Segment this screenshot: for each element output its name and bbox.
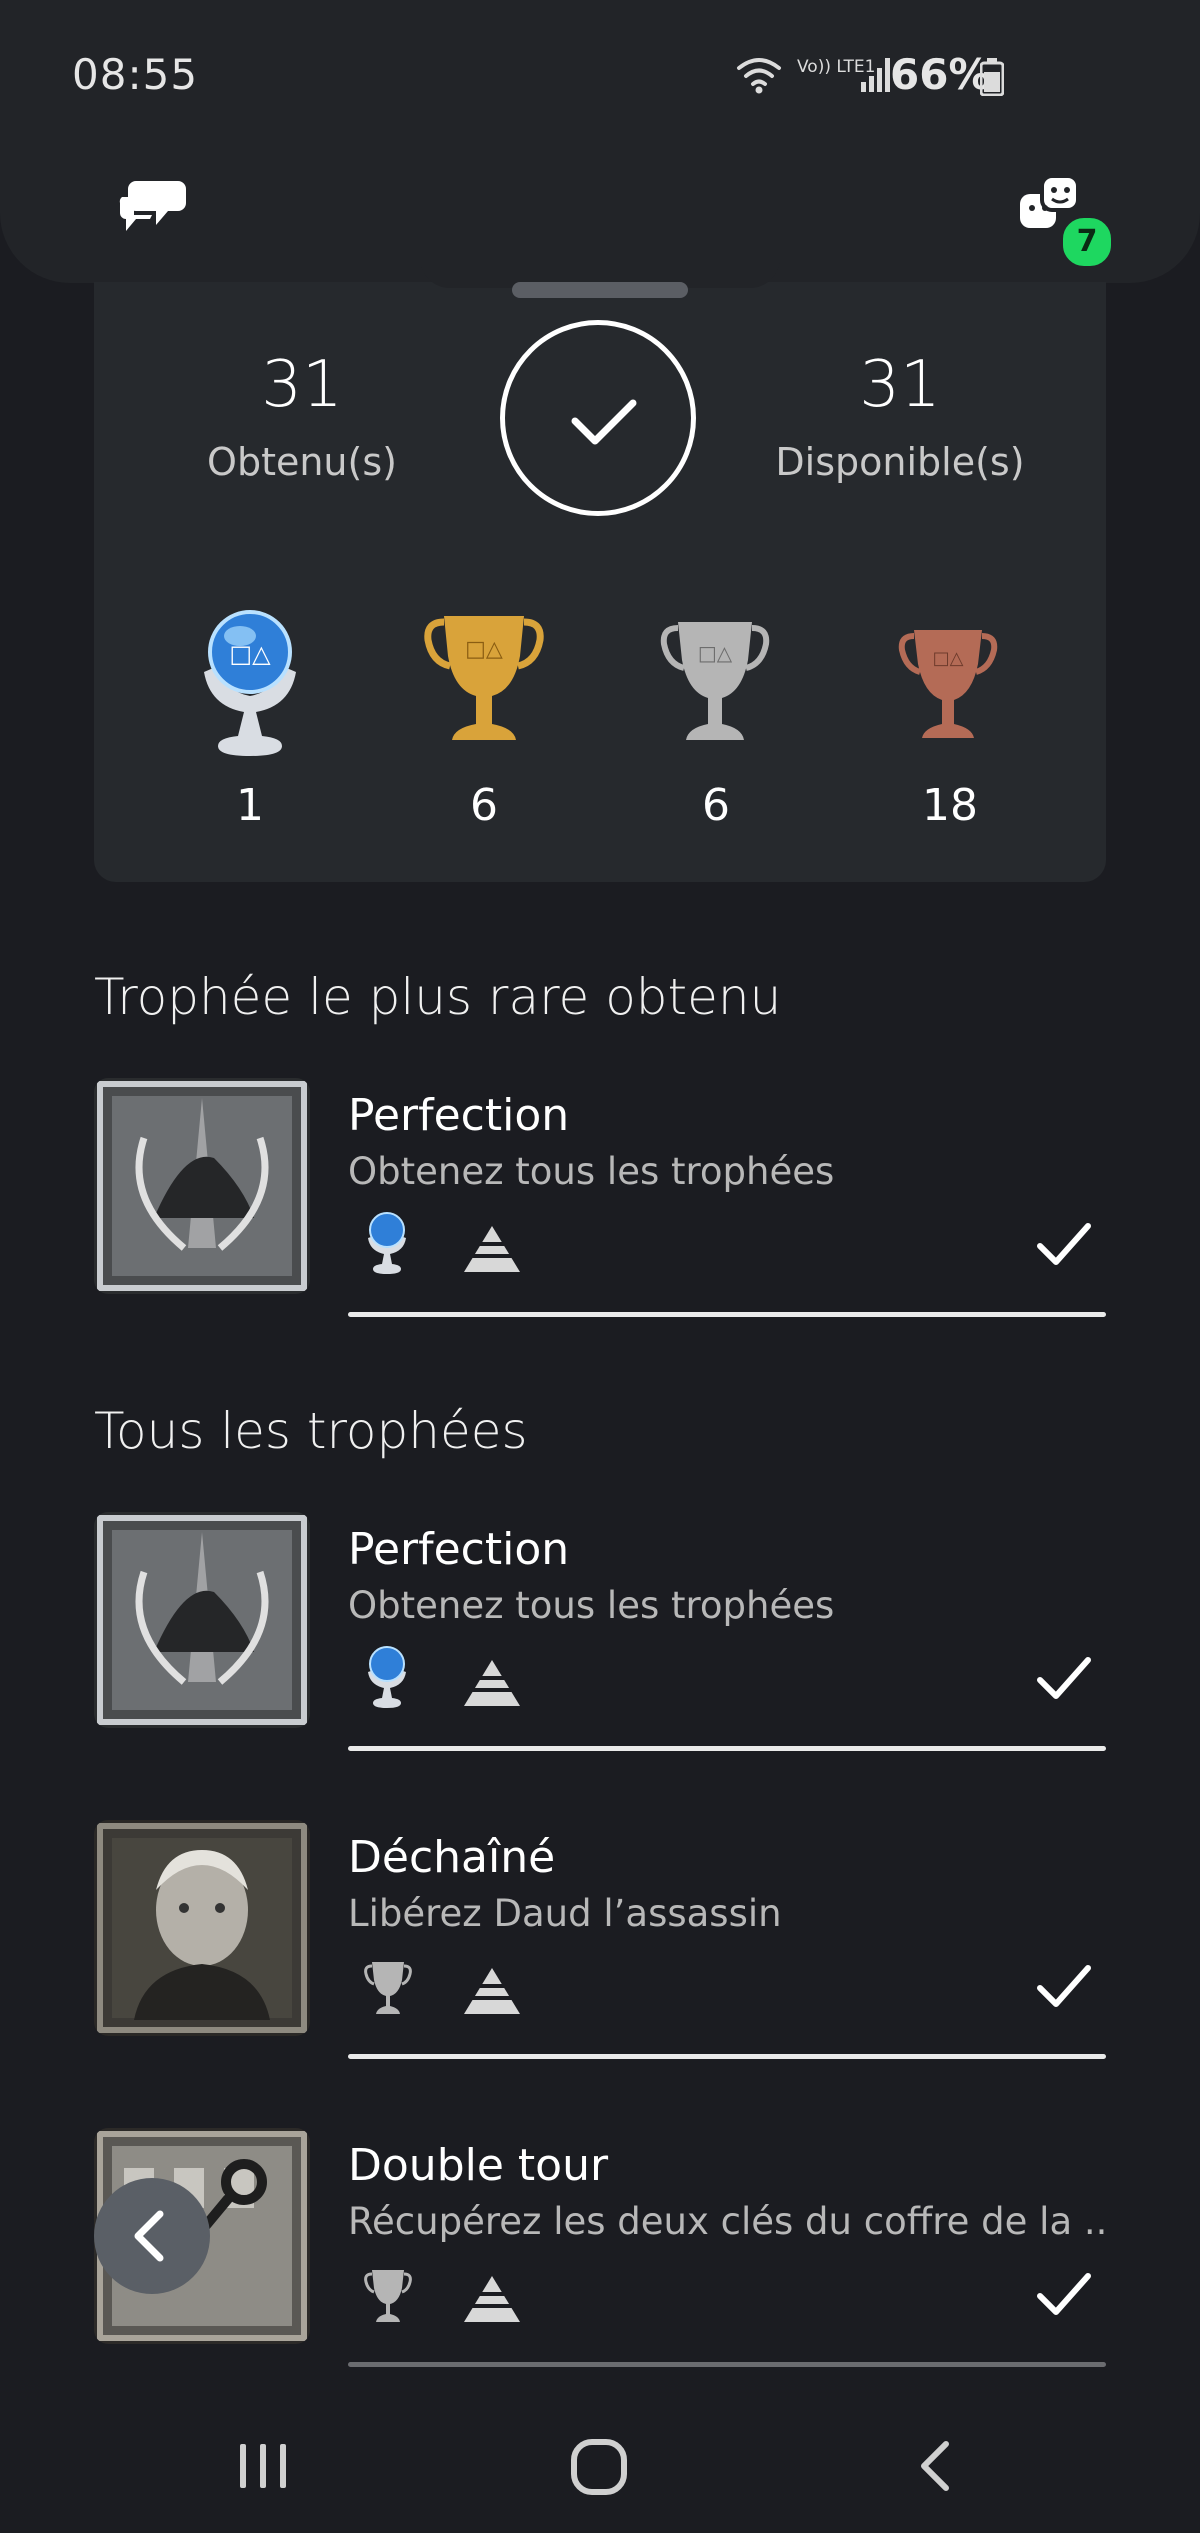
- completion-circle: [500, 320, 696, 516]
- rarity-pyramid-icon: [462, 1226, 522, 1272]
- network-label: Vo)) LTE1: [797, 57, 875, 77]
- recent-apps-icon[interactable]: [234, 2440, 294, 2492]
- battery-icon: [980, 58, 1004, 96]
- trophy-name: Perfection: [348, 1090, 570, 1141]
- trophy-name: Double tour: [348, 2140, 609, 2191]
- rarity-pyramid-icon: [462, 2276, 522, 2322]
- chevron-left-icon: [134, 2210, 164, 2262]
- all-trophies-section-title: Tous les trophées: [94, 1402, 528, 1460]
- perfection-trophy-image: [94, 1512, 310, 1728]
- wifi-signal-icon: Vo)) LTE1: [737, 57, 890, 94]
- rarity-pyramid-icon: [462, 1660, 522, 1706]
- dechaine-trophy-image: [94, 1820, 310, 2036]
- home-icon[interactable]: [568, 2436, 632, 2496]
- silver-trophy-icon: □△: [660, 622, 770, 740]
- trophy-name: Perfection: [348, 1524, 570, 1575]
- back-floating-button[interactable]: [94, 2178, 210, 2294]
- trophy-description: Obtenez tous les trophées: [348, 1584, 835, 1627]
- progress-bar: [348, 1746, 1106, 1751]
- earned-label: Obtenu(s): [207, 440, 397, 484]
- chat-bubbles-icon[interactable]: [118, 175, 188, 237]
- rarest-section-title: Trophée le plus rare obtenu: [94, 968, 782, 1026]
- check-icon: [571, 399, 637, 445]
- platinum-trophy-icon: □△: [204, 610, 296, 756]
- rarest-trophy-row[interactable]: Perfection Obtenez tous les trophées: [0, 1078, 1200, 1318]
- platinum-count: 1: [236, 780, 264, 831]
- drag-handle[interactable]: [512, 282, 688, 298]
- silver-trophy-icon: [364, 1962, 412, 2014]
- bronze-count: 18: [922, 780, 978, 831]
- earned-check-icon: [1037, 1657, 1091, 1699]
- trophy-row[interactable]: Déchaîné Libérez Daud l’assassin: [0, 1820, 1200, 2060]
- svg-text:□△: □△: [229, 640, 271, 668]
- trophy-description: Obtenez tous les trophées: [348, 1150, 835, 1193]
- rarity-pyramid-icon: [462, 1968, 522, 2014]
- status-time: 08:55: [72, 50, 199, 99]
- friends-badge: 7: [1060, 215, 1114, 269]
- gold-count: 6: [470, 780, 498, 831]
- svg-text:□△: □△: [698, 641, 733, 665]
- gold-trophy-icon: □△: [424, 616, 544, 740]
- silver-trophy-icon: [364, 2270, 412, 2322]
- progress-bar: [348, 2054, 1106, 2059]
- progress-bar: [348, 2362, 1106, 2367]
- battery-level: 66%: [890, 50, 991, 99]
- progress-bar: [348, 1312, 1106, 1317]
- earned-check-icon: [1037, 2273, 1091, 2315]
- earned-count: 31: [261, 348, 343, 422]
- platinum-trophy-icon: [368, 1212, 406, 1274]
- back-icon[interactable]: [910, 2438, 960, 2494]
- trophy-description: Libérez Daud l’assassin: [348, 1892, 782, 1935]
- svg-text:□△: □△: [465, 637, 503, 662]
- earned-check-icon: [1037, 1223, 1091, 1265]
- silver-count: 6: [702, 780, 730, 831]
- trophy-row[interactable]: Perfection Obtenez tous les trophées: [0, 1512, 1200, 1752]
- bronze-trophy-icon: □△: [898, 630, 998, 738]
- trophy-description: Récupérez les deux clés du coffre de la …: [348, 2200, 1108, 2243]
- trophy-name: Déchaîné: [348, 1832, 556, 1883]
- available-count: 31: [859, 348, 941, 422]
- platinum-trophy-icon: [368, 1646, 406, 1708]
- svg-text:□△: □△: [933, 648, 964, 669]
- available-label: Disponible(s): [775, 440, 1025, 484]
- earned-check-icon: [1037, 1965, 1091, 2007]
- perfection-trophy-image: [94, 1078, 310, 1294]
